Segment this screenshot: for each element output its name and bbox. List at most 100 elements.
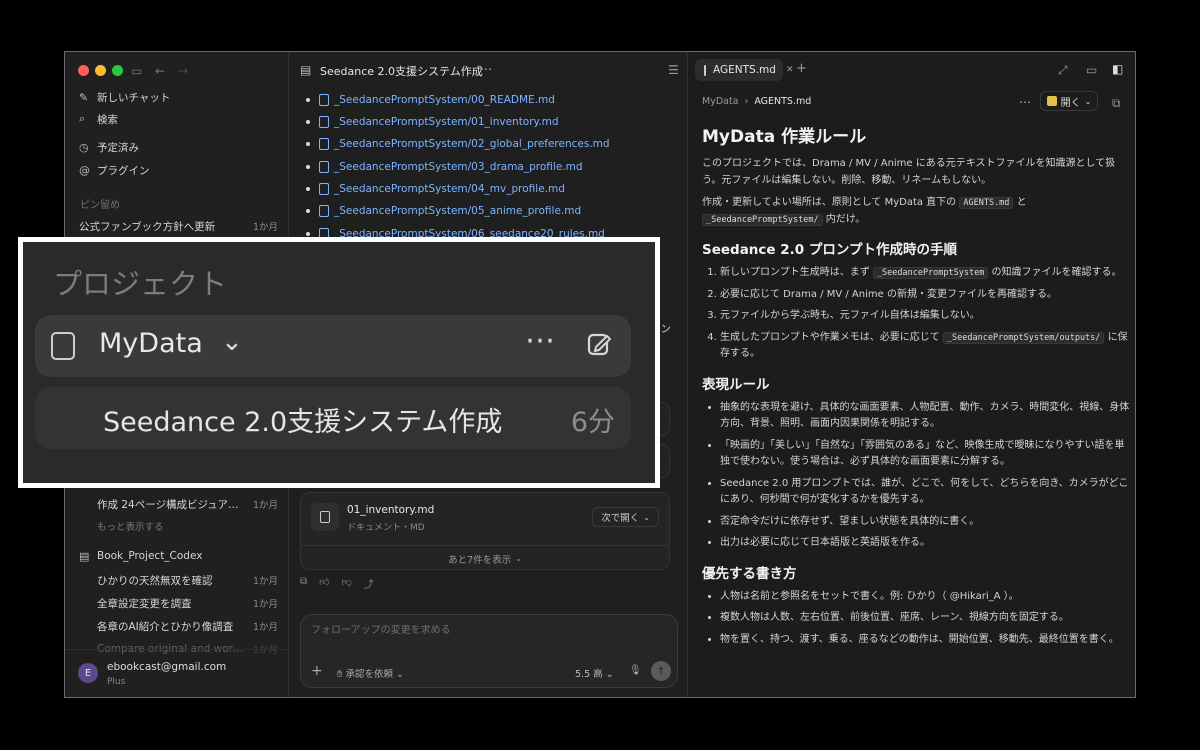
file-link[interactable]: _SeedancePromptSystem/01_inventory.md (306, 113, 559, 131)
zoom-window-button[interactable] (112, 65, 123, 76)
forward-arrow-icon[interactable]: → (178, 65, 188, 77)
bullet (306, 165, 310, 169)
list-item: 複数人物は人数、左右位置、前後位置、座席、レーン、視線方向を固定する。 (720, 610, 1130, 627)
tab-agents-md[interactable]: AGENTS.md ✕ (695, 59, 793, 81)
file-link[interactable]: _SeedancePromptSystem/02_global_preferen… (306, 135, 610, 153)
file-icon (319, 205, 329, 217)
file-icon (319, 138, 329, 150)
project-mydata[interactable]: MyData ⌄ ⋯ (35, 315, 631, 377)
list-item: 必要に応じて Drama / MV / Anime の新規・変更ファイルを再確認… (720, 287, 1130, 304)
project-chat-item[interactable]: Seedance 2.0支援システム作成 6分 (35, 387, 631, 449)
folder-icon: ▤ (79, 549, 90, 563)
minimize-window-button[interactable] (95, 65, 106, 76)
chevron-right-icon: › (744, 96, 749, 107)
list-item: 人物は名前と参照名をセットで書く。例: ひかり（ @Hikari_A ）。 (720, 589, 1130, 606)
bullet (306, 187, 310, 191)
chat-title: Seedance 2.0支援システム作成 (320, 65, 483, 78)
chevron-down-icon[interactable]: ⌄ (221, 327, 243, 357)
bullet (306, 209, 310, 213)
paragraph: 作成・更新してよい場所は、原則として MyData 直下の AGENTS.md … (702, 197, 1027, 226)
bullet (306, 232, 310, 236)
pinned-header: ピン留め (80, 200, 120, 211)
list-item: 元ファイルから学ぶ時も、元ファイル自体は編集しない。 (720, 308, 1130, 325)
inline-code: _SeedancePromptSystem (872, 267, 989, 279)
inline-code: _SeedancePromptSystem/ (702, 213, 823, 226)
copy-icon[interactable]: ⧉ (1112, 97, 1121, 109)
add-attachment-icon[interactable]: + (311, 663, 323, 679)
steps-list: 新しいプロンプト生成時は、まず _SeedancePromptSystem の知… (702, 265, 1130, 363)
file-card-type: ドキュメント・MD (347, 523, 425, 533)
file-icon (319, 94, 329, 106)
more-options-icon[interactable]: ⋯ (525, 323, 556, 358)
thumbs-up-icon[interactable]: 👍︎ (319, 576, 329, 591)
new-chat-button[interactable]: ✎ 新しいチャット (79, 87, 278, 107)
show-more-files-button[interactable]: あと7件を表示 ⌄ (301, 545, 669, 571)
composer: + ✋︎ 承認を依頼 ⌄ 5.5 高 ⌄ 🎙︎ ↑ (300, 614, 678, 688)
close-tab-icon[interactable]: ✕ (786, 65, 794, 75)
search-button[interactable]: ⌕ 検索 (79, 109, 278, 129)
new-tab-icon[interactable]: + (796, 62, 807, 75)
file-card[interactable]: 01_inventory.md ドキュメント・MD 次で開く ⌄ あと7件を表示 ⌄ (300, 492, 670, 570)
approval-mode-dropdown[interactable]: ✋︎ 承認を依頼 ⌄ (337, 666, 404, 680)
project-book-project-codex[interactable]: ▤ Book_Project_Codex (79, 546, 278, 566)
plugins-button[interactable]: @ プラグイン (79, 160, 278, 180)
file-link[interactable]: _SeedancePromptSystem/04_mv_profile.md (306, 180, 565, 198)
file-link[interactable]: _SeedancePromptSystem/03_drama_profile.m… (306, 158, 583, 176)
account-plan: Plus (107, 677, 126, 687)
account-menu[interactable]: E ebookcast@gmail.com Plus (65, 649, 288, 697)
pinned-chat-item[interactable]: 公式ファンブック方針へ更新 1か月 (79, 216, 278, 236)
chat-item[interactable]: 全章設定変更を調査 1か月 (97, 593, 278, 613)
send-button[interactable]: ↑ (651, 661, 671, 681)
bullet (306, 98, 310, 102)
breadcrumb-item[interactable]: MyData (702, 96, 739, 107)
more-options-icon[interactable]: ⋯ (480, 63, 492, 75)
project-stack-icon (51, 332, 75, 360)
markdown-document: MyData 作業ルール このプロジェクトでは、Drama / MV / Ani… (702, 122, 1130, 653)
copy-icon[interactable]: ⧉ (300, 576, 307, 591)
list-item: 「映画的」「美しい」「自然な」「雰囲気のある」など、映像生成で曖昧になりやすい語… (720, 438, 1130, 471)
expand-icon[interactable]: ⤢ (1058, 64, 1068, 76)
open-in-app-button[interactable]: 開く ⌄ (1040, 91, 1098, 111)
file-icon (704, 64, 706, 76)
follow-up-input[interactable] (311, 625, 661, 636)
panel-list-icon[interactable]: ☰ (668, 64, 679, 76)
app-icon (1046, 96, 1057, 106)
chat-item[interactable]: ひかりの天然無双を確認 1か月 (97, 570, 278, 590)
thumbs-down-icon[interactable]: 👎︎ (342, 576, 352, 591)
close-window-button[interactable] (78, 65, 89, 76)
microphone-icon[interactable]: 🎙︎ (629, 665, 642, 676)
avatar: E (78, 663, 98, 683)
file-link[interactable]: _SeedancePromptSystem/00_README.md (306, 91, 555, 109)
section-heading: 優先する書き方 (702, 565, 797, 582)
bullet (306, 120, 310, 124)
model-selector[interactable]: 5.5 高 ⌄ (575, 666, 614, 680)
chat-item[interactable]: 各章のAI紹介とひかり像調査 1か月 (97, 616, 278, 636)
file-preview-pane: AGENTS.md ✕ + ⤢ ▭ ◧ MyData › AGENTS.md ⋯… (687, 52, 1135, 697)
scheduled-button[interactable]: ◷ 予定済み (79, 137, 278, 157)
new-chat-in-project-icon[interactable] (587, 331, 611, 357)
bullet (306, 142, 310, 146)
list-item: 生成したプロンプトや作業メモは、必要に応じて _SeedancePromptSy… (720, 330, 1130, 363)
paragraph: このプロジェクトでは、Drama / MV / Anime にある元テキストファ… (702, 158, 1116, 186)
list-item: 出力は必要に応じて日本語版と英語版を作る。 (720, 535, 1130, 552)
show-more-link[interactable]: もっと表示する (97, 516, 278, 536)
share-icon[interactable]: ⤴ (364, 576, 374, 591)
file-icon (319, 161, 329, 173)
file-card-name: 01_inventory.md (347, 504, 435, 516)
panel-toggle-icon[interactable]: ◧ (1112, 63, 1123, 75)
list-item: 新しいプロンプト生成時は、まず _SeedancePromptSystem の知… (720, 265, 1130, 282)
chat-item[interactable]: 作成 24ページ構成ビジュアル... 1か月 (97, 494, 278, 514)
file-link[interactable]: _SeedancePromptSystem/05_anime_profile.m… (306, 202, 581, 220)
sidebar-toggle-icon[interactable]: ▭ (131, 65, 142, 77)
terminal-icon[interactable]: ▭ (1086, 64, 1097, 76)
list-item: 否定命令だけに依存せず、望ましい状態を具体的に書く。 (720, 514, 1130, 531)
open-with-button[interactable]: 次で開く ⌄ (592, 507, 659, 527)
chat-title: Seedance 2.0支援システム作成 (103, 407, 503, 438)
rules-list: 抽象的な表現を避け、具体的な画面要素、人物配置、動作、カメラ、時間変化、視線、身… (702, 400, 1130, 552)
back-arrow-icon[interactable]: ← (155, 65, 165, 77)
document-title: MyData 作業ルール (702, 127, 867, 147)
file-icon (319, 116, 329, 128)
clock-icon: ◷ (79, 140, 89, 154)
more-options-icon[interactable]: ⋯ (1019, 96, 1031, 108)
chevron-down-icon: ⌄ (515, 554, 522, 563)
